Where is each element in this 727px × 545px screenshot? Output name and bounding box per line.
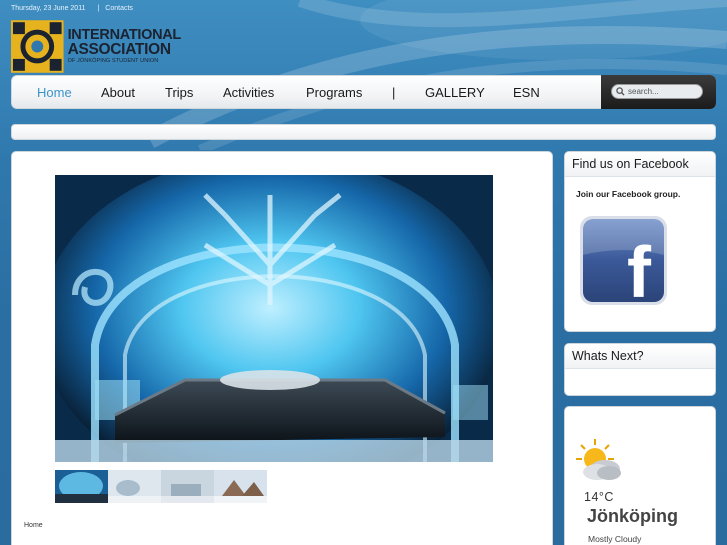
facebook-letter: f bbox=[627, 233, 652, 306]
whats-next-box: Whats Next? bbox=[564, 343, 716, 396]
main-content-panel: Home bbox=[11, 151, 553, 545]
current-date: Thursday, 23 June 2011 bbox=[11, 5, 86, 12]
facebook-box-title: Find us on Facebook bbox=[565, 152, 715, 177]
whats-next-title: Whats Next? bbox=[565, 344, 715, 369]
nav-about[interactable]: About bbox=[101, 85, 135, 100]
logo-line-association: ASSOCIATION bbox=[67, 41, 172, 59]
search-field-wrapper bbox=[611, 84, 703, 99]
nav-programs[interactable]: Programs bbox=[306, 85, 362, 100]
gear-logo-icon bbox=[11, 19, 64, 73]
sub-navigation-bar bbox=[11, 124, 716, 140]
weather-box: 14°C Jönköping Mostly Cloudy bbox=[564, 406, 716, 545]
breadcrumb[interactable]: Home bbox=[24, 522, 43, 529]
logo-line-subtitle: OF JÖNKÖPING STUDENT UNION bbox=[67, 57, 159, 64]
top-bar: Thursday, 23 June 2011 | Contacts bbox=[11, 5, 133, 12]
facebook-logo-icon[interactable]: f bbox=[579, 215, 668, 313]
facebook-join-text: Join our Facebook group. bbox=[576, 189, 681, 199]
weather-condition: Mostly Cloudy bbox=[588, 534, 642, 544]
slideshow-image[interactable] bbox=[55, 175, 493, 462]
thumbnail-4[interactable] bbox=[214, 470, 267, 503]
thumbnail-3[interactable] bbox=[161, 470, 214, 503]
nav-esn[interactable]: ESN bbox=[513, 85, 540, 100]
weather-city: Jönköping bbox=[587, 506, 678, 526]
nav-separator: | bbox=[392, 85, 396, 100]
thumbnail-2[interactable] bbox=[108, 470, 161, 503]
nav-trips[interactable]: Trips bbox=[165, 85, 193, 100]
facebook-box: Find us on Facebook Join our Facebook gr… bbox=[564, 151, 716, 332]
search-input[interactable] bbox=[628, 87, 700, 96]
search-icon bbox=[616, 87, 625, 96]
logo-line-international: INTERNATIONAL bbox=[67, 26, 182, 43]
nav-home[interactable]: Home bbox=[37, 85, 72, 100]
nav-gallery[interactable]: GALLERY bbox=[425, 85, 485, 100]
nav-activities[interactable]: Activities bbox=[223, 85, 274, 100]
slideshow-thumbnails bbox=[55, 470, 267, 503]
main-navigation: Home About Trips Activities Programs | G… bbox=[11, 75, 716, 109]
thumbnail-1[interactable] bbox=[55, 470, 108, 503]
search-box bbox=[601, 75, 716, 109]
top-bar-separator: | bbox=[97, 5, 100, 12]
site-logo[interactable]: INTERNATIONAL ASSOCIATION OF JÖNKÖPING S… bbox=[11, 19, 181, 73]
partly-cloudy-icon bbox=[576, 439, 621, 480]
weather-temperature: 14°C bbox=[584, 490, 614, 504]
contacts-link[interactable]: Contacts bbox=[105, 5, 133, 12]
